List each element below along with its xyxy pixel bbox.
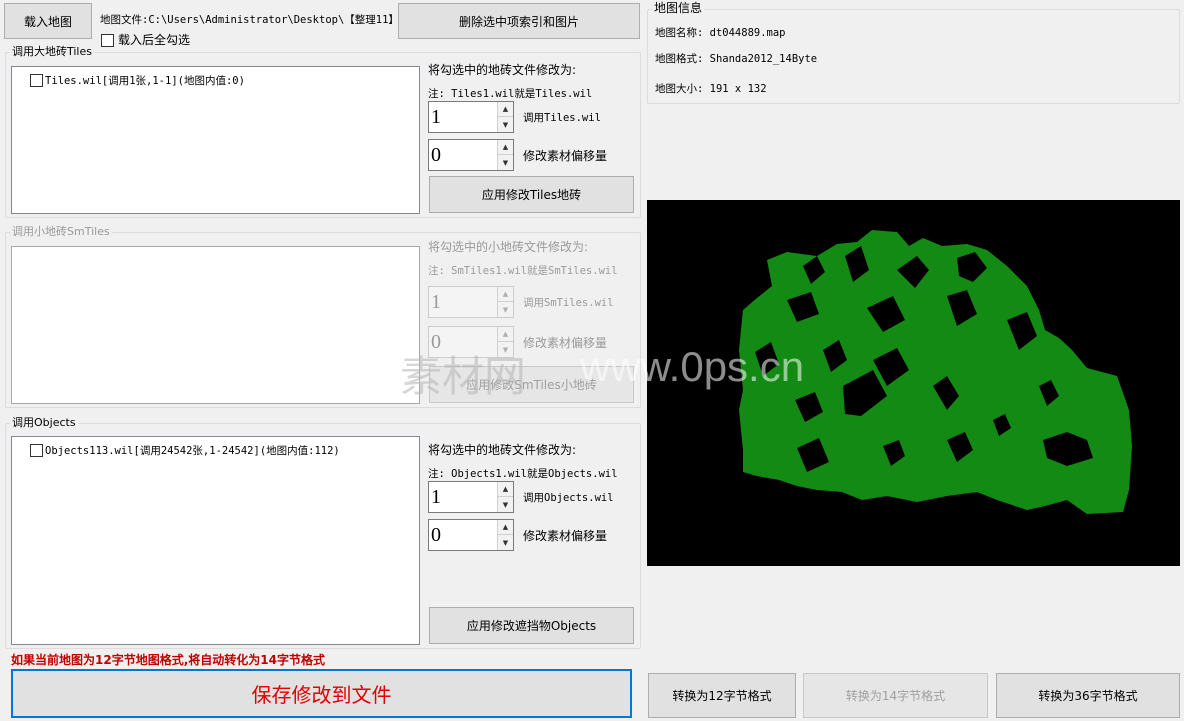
save-to-file-button[interactable]: 保存修改到文件 xyxy=(11,669,632,718)
smtiles-offset-label: 修改素材偏移量 xyxy=(523,336,608,350)
map-preview-image xyxy=(739,230,1132,514)
stepper-value: 0 xyxy=(431,524,441,546)
objects-offset-stepper[interactable]: 0 ▲ ▼ xyxy=(428,519,514,551)
smtiles-group-title: 调用小地砖SmTiles xyxy=(10,225,112,238)
tiles-offset-stepper[interactable]: 0 ▲ ▼ xyxy=(428,139,514,171)
chevron-down-icon[interactable]: ▼ xyxy=(498,342,513,357)
chevron-down-icon[interactable]: ▼ xyxy=(498,155,513,170)
tiles-modify-label: 将勾选中的地砖文件修改为: xyxy=(428,63,577,77)
chevron-up-icon[interactable]: ▲ xyxy=(498,102,513,117)
chevron-up-icon[interactable]: ▲ xyxy=(498,287,513,302)
stepper-value: 1 xyxy=(431,291,441,313)
convert-12-byte-button[interactable]: 转换为12字节格式 xyxy=(648,673,796,718)
delete-selected-button[interactable]: 删除选中项索引和图片 xyxy=(398,3,640,39)
map-file-path: 地图文件:C:\Users\Administrator\Desktop\【整理1… xyxy=(100,14,396,26)
list-item-label: Objects113.wil[调用24542张,1-24542](地图内值:11… xyxy=(45,445,340,457)
select-all-checkbox[interactable]: 载入后全勾选 xyxy=(101,33,190,47)
tiles-group-title: 调用大地砖Tiles xyxy=(10,45,94,58)
map-preview xyxy=(647,200,1180,566)
select-all-label: 载入后全勾选 xyxy=(118,33,191,47)
objects-modify-label: 将勾选中的地砖文件修改为: xyxy=(428,443,577,457)
chevron-up-icon[interactable]: ▲ xyxy=(498,482,513,497)
map-name: 地图名称: dt044889.map xyxy=(655,27,786,39)
chevron-down-icon[interactable]: ▼ xyxy=(498,535,513,550)
apply-objects-button[interactable]: 应用修改遮挡物Objects xyxy=(429,607,634,644)
map-info-title: 地图信息 xyxy=(652,1,705,15)
tiles-list[interactable]: Tiles.wil[调用1张,1-1](地图内值:0) xyxy=(11,66,420,214)
chevron-down-icon[interactable]: ▼ xyxy=(498,302,513,317)
smtiles-offset-stepper[interactable]: 0 ▲ ▼ xyxy=(428,326,514,358)
objects-file-stepper[interactable]: 1 ▲ ▼ xyxy=(428,481,514,513)
chevron-up-icon[interactable]: ▲ xyxy=(498,327,513,342)
smtiles-list[interactable] xyxy=(11,246,420,404)
map-walkable-area xyxy=(739,230,1132,514)
convert-36-byte-button[interactable]: 转换为36字节格式 xyxy=(996,673,1180,718)
smtiles-note: 注: SmTiles1.wil就是SmTiles.wil xyxy=(428,265,618,277)
list-item-label: Tiles.wil[调用1张,1-1](地图内值:0) xyxy=(45,75,245,87)
checkbox-box[interactable] xyxy=(30,444,43,457)
convert-14-byte-button[interactable]: 转换为14字节格式 xyxy=(803,673,988,718)
list-item[interactable]: Tiles.wil[调用1张,1-1](地图内值:0) xyxy=(30,73,245,88)
objects-note: 注: Objects1.wil就是Objects.wil xyxy=(428,468,618,480)
smtiles-modify-label: 将勾选中的小地砖文件修改为: xyxy=(428,240,589,254)
stepper-value: 1 xyxy=(431,486,441,508)
smtiles-file-stepper[interactable]: 1 ▲ ▼ xyxy=(428,286,514,318)
apply-smtiles-button[interactable]: 应用修改SmTiles小地砖 xyxy=(429,366,634,403)
list-item[interactable]: Objects113.wil[调用24542张,1-24542](地图内值:11… xyxy=(30,443,340,458)
apply-tiles-button[interactable]: 应用修改Tiles地砖 xyxy=(429,176,634,213)
map-format: 地图格式: Shanda2012_14Byte xyxy=(655,53,818,65)
chevron-up-icon[interactable]: ▲ xyxy=(498,140,513,155)
objects-file-label: 调用Objects.wil xyxy=(523,492,614,504)
checkbox-box[interactable] xyxy=(30,74,43,87)
tiles-offset-label: 修改素材偏移量 xyxy=(523,149,608,163)
map-size: 地图大小: 191 x 132 xyxy=(655,83,767,95)
stepper-value: 1 xyxy=(431,106,441,128)
objects-offset-label: 修改素材偏移量 xyxy=(523,529,608,543)
chevron-up-icon[interactable]: ▲ xyxy=(498,520,513,535)
checkbox-box[interactable] xyxy=(101,33,114,47)
chevron-down-icon[interactable]: ▼ xyxy=(498,117,513,132)
tiles-note: 注: Tiles1.wil就是Tiles.wil xyxy=(428,88,593,100)
tiles-file-label: 调用Tiles.wil xyxy=(523,112,601,124)
stepper-value: 0 xyxy=(431,331,441,353)
chevron-down-icon[interactable]: ▼ xyxy=(498,497,513,512)
load-map-button[interactable]: 载入地图 xyxy=(4,3,92,39)
stepper-value: 0 xyxy=(431,144,441,166)
smtiles-file-label: 调用SmTiles.wil xyxy=(523,297,614,309)
format-warning: 如果当前地图为12字节地图格式,将自动转化为14字节格式 xyxy=(11,653,325,667)
objects-group-title: 调用Objects xyxy=(10,416,78,429)
tiles-file-stepper[interactable]: 1 ▲ ▼ xyxy=(428,101,514,133)
objects-list[interactable]: Objects113.wil[调用24542张,1-24542](地图内值:11… xyxy=(11,436,420,645)
